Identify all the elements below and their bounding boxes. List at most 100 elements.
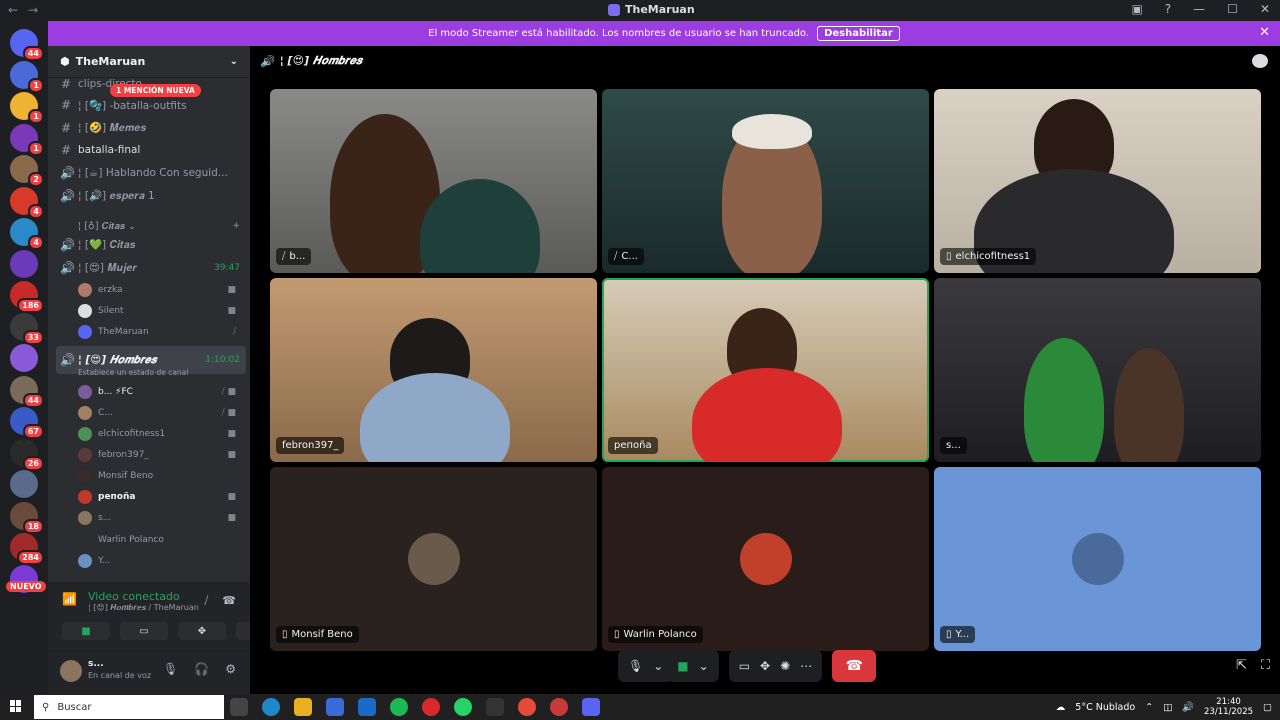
server-icon[interactable] [10,470,38,498]
store-icon[interactable] [326,698,344,716]
notifications-icon[interactable]: ▢ [1263,702,1272,713]
back-arrow-icon[interactable]: ← [8,3,18,17]
category-citas[interactable]: ¦ [♁] 𝑪𝒊𝒕𝒂𝒔 ⌄ + [56,216,246,236]
video-tile[interactable]: s... [934,278,1261,462]
voice-channel-item[interactable]: 🔊 ¦ [☕] Hablando Con seguid... [56,163,246,183]
app-icon[interactable] [486,698,504,716]
server-icon[interactable]: 2 [10,155,44,187]
activities-icon[interactable]: ✥ [760,659,770,673]
outlook-icon[interactable] [358,698,376,716]
server-icon[interactable]: 1 [10,123,44,156]
server-icon[interactable] [10,344,38,372]
server-icon[interactable]: 44 [10,29,44,61]
more-icon[interactable]: ⋯ [800,659,812,673]
chevron-down-icon[interactable]: ⌄ [699,659,709,673]
server-icon[interactable]: 67 [10,407,44,439]
microphone-control[interactable]: 🎙 ⌄ [618,650,674,682]
weather-text[interactable]: 5°C Nublado [1075,702,1135,713]
voice-user[interactable]: Silent ■ [78,301,244,321]
headphones-icon[interactable]: 🎧 [194,662,209,676]
camera-control[interactable]: ■ ⌄ [667,650,719,682]
forward-arrow-icon[interactable]: → [28,3,38,17]
voice-channel-item[interactable]: 🔊 ¦ [🔊] 𝒆𝒔𝒑𝒆𝒓𝒂 1 [56,186,246,206]
server-icon[interactable]: 4 [10,186,44,219]
signal-icon[interactable]: 📶 [62,592,77,606]
voice-channel-mujer[interactable]: 🔊 ¦ [😍] 𝑴𝒖𝒋𝒆𝒓 39:47 [56,258,246,278]
fullscreen-icon[interactable]: ⛶ [1261,658,1270,673]
inbox-icon[interactable]: ▣ [1131,2,1142,16]
volume-icon[interactable]: 🔊 [1182,702,1194,713]
taskbar-search[interactable]: ⚲ Buscar [34,695,224,719]
server-icon[interactable]: 186 [10,281,44,313]
chrome-icon[interactable] [518,698,536,716]
clock[interactable]: 21:40 23/11/2025 [1204,697,1253,717]
channel-status-hint[interactable]: Establece un estado de canal [78,368,188,377]
whatsapp-icon[interactable] [454,698,472,716]
app-icon[interactable] [550,698,568,716]
file-explorer-icon[interactable] [294,698,312,716]
video-tile-active-speaker[interactable]: peпоña [602,278,929,462]
server-icon[interactable]: 26 [10,438,44,471]
maximize-button[interactable]: ☐ [1227,2,1238,16]
mention-badge[interactable]: 1 MENCIÓN NUEVA [110,84,201,97]
disconnect-icon[interactable]: ☎ [222,594,236,608]
opera-icon[interactable] [422,698,440,716]
server-icon[interactable]: 284 [10,533,44,565]
pop-out-icon[interactable]: ⇱ [1236,658,1247,673]
video-tile[interactable]: ▯ Warlin Polanco [602,467,929,651]
windows-start-icon[interactable] [10,700,22,712]
video-tile[interactable]: febron397_ [270,278,597,462]
voice-user[interactable]: erzka ■ [78,280,244,300]
voice-user[interactable]: febron397_ ■ [78,445,244,465]
avatar[interactable] [60,660,82,682]
server-icon[interactable]: 18 [10,501,44,534]
chevron-up-icon[interactable]: ⌃ [1145,702,1153,713]
edge-icon[interactable] [262,698,280,716]
close-icon[interactable]: ✕ [1259,25,1270,40]
microphone-icon[interactable]: 🎙 [628,659,643,673]
close-window-button[interactable]: ✕ [1260,2,1270,16]
channel-item[interactable]: # ¦ [🤣] 𝑴𝒆𝒎𝒆𝒔 [56,118,246,138]
voice-user[interactable]: Warlin Polanco [78,530,244,550]
task-view-icon[interactable] [230,698,248,716]
activities-button[interactable]: ✥ [178,622,226,640]
voice-user[interactable]: elchicofitness1 ■ [78,424,244,444]
new-badge[interactable]: NUEVO [6,581,46,592]
hang-up-button[interactable]: ☎ [832,650,877,682]
voice-user[interactable]: Monsif Beno [78,466,244,486]
disable-button[interactable]: Deshabilitar [817,26,900,41]
camera-icon[interactable]: ■ [677,659,688,673]
video-tile[interactable]: ⧸ C... [602,89,929,273]
server-icon[interactable]: 4 [10,218,44,250]
noise-suppression-icon[interactable]: ⧸ [205,594,209,608]
voice-user[interactable]: s... ■ [78,508,244,528]
server-icon[interactable]: 1 [10,60,44,93]
server-icon[interactable]: 44 [10,375,44,408]
settings-gear-icon[interactable]: ⚙ [225,662,236,676]
camera-button[interactable]: ■ [62,622,110,640]
voice-user[interactable]: TheMaruan ⧸ [78,322,244,342]
channel-item[interactable]: # ¦ [🫧] -batalla-outfits [56,95,246,115]
screen-share-button[interactable]: ▭ [120,622,168,640]
voice-user[interactable]: peпоña ■ [78,487,244,507]
screen-share-icon[interactable]: ▭ [739,659,750,673]
soundboard-icon[interactable]: ✺ [780,659,790,673]
minimize-button[interactable]: — [1193,2,1205,16]
add-channel-icon[interactable]: + [232,221,246,231]
video-tile[interactable]: ⧸ b... [270,89,597,273]
network-icon[interactable]: ◫ [1163,702,1172,713]
voice-user[interactable]: Y... [78,551,244,571]
video-tile[interactable]: ▯ elchicofitness1 [934,89,1261,273]
video-tile[interactable]: ▯ Y... [934,467,1261,651]
voice-user[interactable]: b... ⚡FC ⧸ ■ [78,382,244,402]
voice-channel-item[interactable]: 🔊 ¦ [💚] 𝑪𝒊𝒕𝒂𝒔 [56,235,246,255]
help-icon[interactable]: ? [1165,2,1171,16]
video-tile[interactable]: ▯ Monsif Beno [270,467,597,651]
chevron-down-icon[interactable]: ⌄ [653,659,663,673]
spotify-icon[interactable] [390,698,408,716]
microphone-icon[interactable]: 🎙 [163,662,178,676]
voice-user[interactable]: C... ⧸ ■ [78,403,244,423]
server-icon[interactable] [10,249,38,278]
chat-bubble-icon[interactable] [1252,54,1268,68]
channel-item[interactable]: # batalla-final [56,140,246,160]
